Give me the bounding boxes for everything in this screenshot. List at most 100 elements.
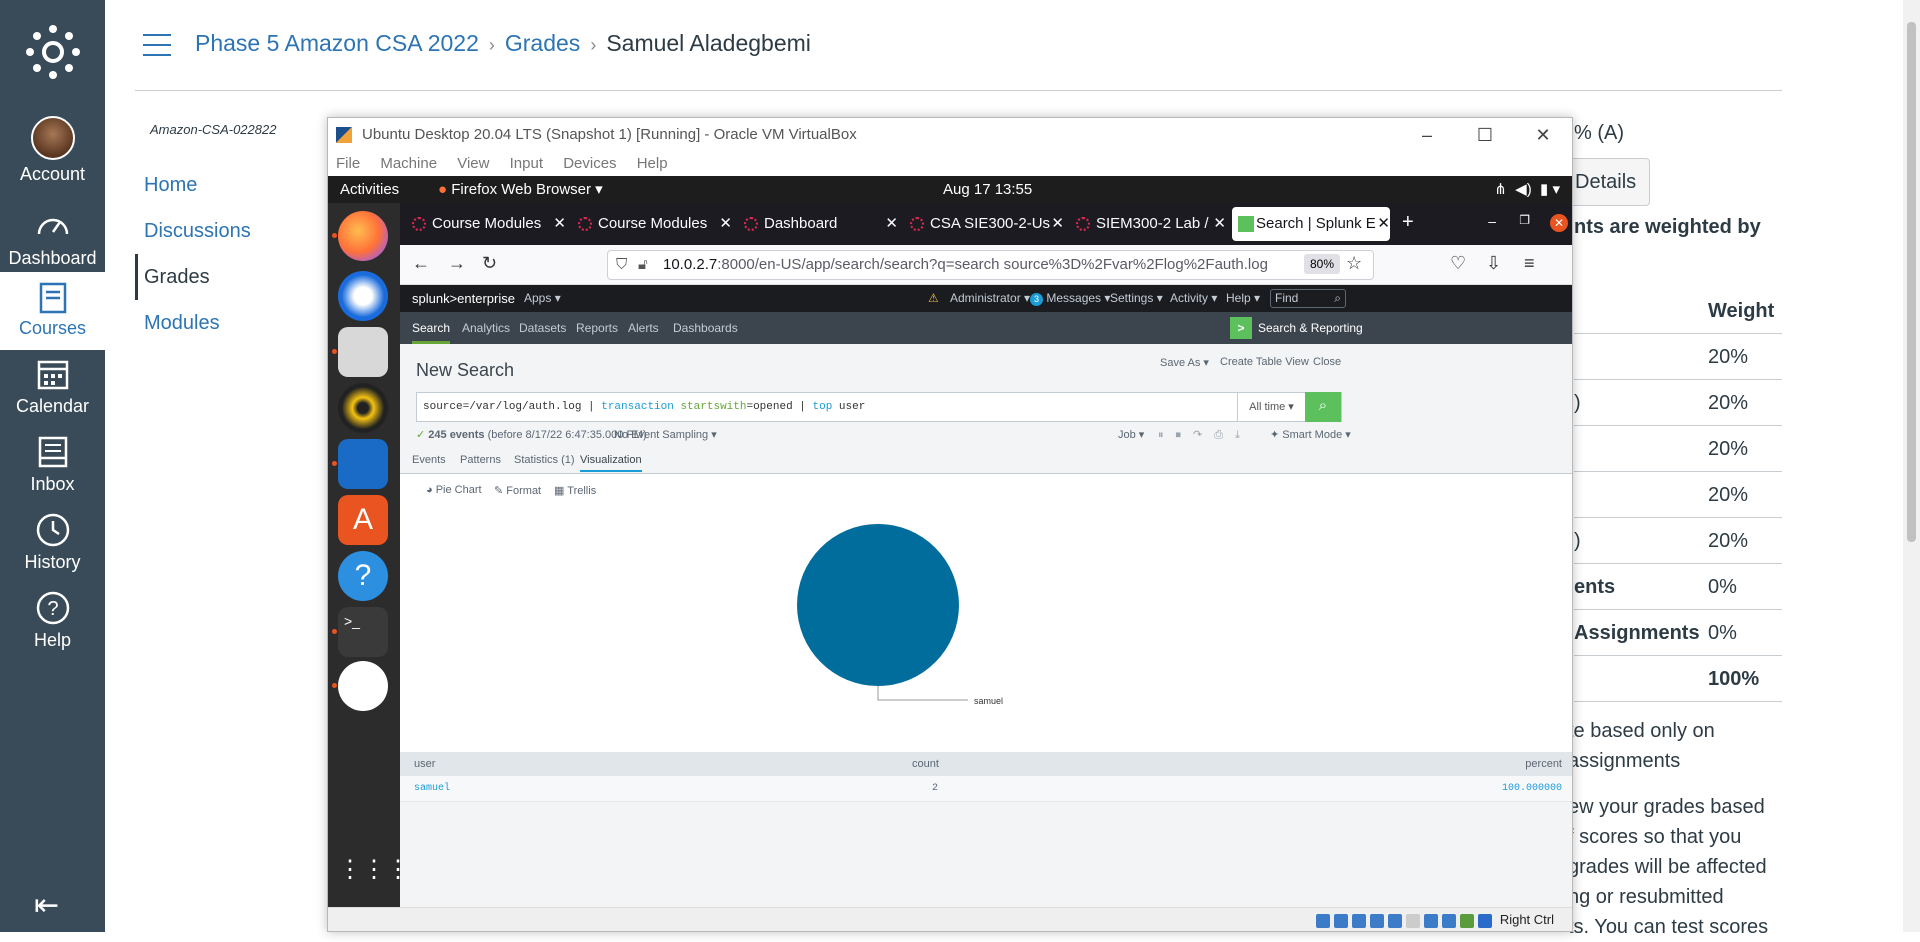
reload-icon[interactable]: ↻ xyxy=(482,253,497,274)
tab-patterns[interactable]: Patterns xyxy=(460,454,501,466)
files-icon[interactable] xyxy=(338,327,388,377)
sampling-menu[interactable]: No Event Sampling ▾ xyxy=(614,428,717,441)
splunk-logo[interactable]: splunk>enterprise xyxy=(412,285,515,312)
restore-icon[interactable]: ❐ xyxy=(1519,213,1530,227)
slack-icon[interactable] xyxy=(338,661,388,711)
breadcrumb-course[interactable]: Phase 5 Amazon CSA 2022 xyxy=(195,30,479,56)
tab-statistics[interactable]: Statistics (1) xyxy=(514,454,575,466)
course-nav-home[interactable]: Home xyxy=(135,162,251,208)
app-nav-datasets[interactable]: Datasets xyxy=(519,312,566,344)
job-controls[interactable]: ⏸⏹↷⎙⤓ xyxy=(1158,428,1252,442)
activities-button[interactable]: Activities xyxy=(340,176,399,203)
nav-history[interactable]: History xyxy=(0,512,105,573)
back-icon[interactable]: ← xyxy=(412,253,430,274)
show-apps-icon[interactable]: ⋮⋮⋮ xyxy=(338,845,410,895)
canvas-logo-icon[interactable] xyxy=(25,24,81,80)
app-nav-analytics[interactable]: Analytics xyxy=(462,312,510,344)
url-bar[interactable]: ⛉ 🔓︎ 10.0.2.7:8000/en-US/app/search/sear… xyxy=(607,250,1374,280)
create-table-view-link[interactable]: Create Table View xyxy=(1220,356,1309,368)
col-percent[interactable]: percent xyxy=(1525,752,1562,776)
app-title[interactable]: Search & Reporting xyxy=(1258,312,1363,344)
system-tray[interactable]: ⋔ ◀) ▮ ▾ xyxy=(1494,176,1560,203)
libreoffice-writer-icon[interactable] xyxy=(338,439,388,489)
nav-courses[interactable]: Courses xyxy=(0,272,105,350)
collapse-nav-icon[interactable]: ⇤ xyxy=(34,888,59,923)
tab-visualization[interactable]: Visualization xyxy=(580,454,642,472)
nav-dashboard[interactable]: Dashboard xyxy=(0,208,105,269)
tab-events[interactable]: Events xyxy=(412,454,446,466)
menu-machine[interactable]: Machine xyxy=(380,155,437,172)
tab-active[interactable]: Search | Splunk E ✕ xyxy=(1232,207,1390,241)
apps-menu[interactable]: Apps ▾ xyxy=(524,285,561,312)
pie-slice-samuel[interactable] xyxy=(797,524,959,686)
software-store-icon[interactable]: A xyxy=(338,495,388,545)
job-menu[interactable]: Job ▾ xyxy=(1118,428,1144,441)
clock[interactable]: Aug 17 13:55 xyxy=(943,176,1032,203)
maximize-icon[interactable]: ☐ xyxy=(1456,118,1514,152)
tab[interactable]: Course Modules ✕ xyxy=(408,207,566,241)
messages-badge: 3 xyxy=(1030,293,1043,306)
tab[interactable]: CSA SIE300-2-Us ✕ xyxy=(906,207,1064,241)
menu-help[interactable]: Help xyxy=(637,155,668,172)
rhythmbox-icon[interactable] xyxy=(338,383,388,433)
firefox-icon[interactable] xyxy=(338,211,388,261)
minimize-icon[interactable]: – xyxy=(1398,118,1456,152)
app-menu[interactable]: ● Firefox Web Browser ▾ xyxy=(438,176,603,203)
app-nav-search[interactable]: Search xyxy=(412,312,451,344)
show-details-button[interactable]: Details xyxy=(1564,158,1650,206)
pocket-icon[interactable]: ♡ xyxy=(1450,253,1466,274)
settings-menu[interactable]: Settings ▾ xyxy=(1110,285,1163,312)
inbox-icon xyxy=(38,436,67,468)
downloads-icon[interactable]: ⇩ xyxy=(1486,253,1501,274)
search-button[interactable]: ⌕ xyxy=(1305,392,1341,422)
tab[interactable]: Dashboard ✕ xyxy=(740,207,898,241)
course-nav-modules[interactable]: Modules xyxy=(135,300,251,346)
nav-help[interactable]: ? Help xyxy=(0,590,105,651)
time-range-picker[interactable]: All time ▾ xyxy=(1237,393,1305,421)
breadcrumb-grades[interactable]: Grades xyxy=(505,30,580,56)
menu-view[interactable]: View xyxy=(457,155,489,172)
col-user[interactable]: user xyxy=(414,752,435,776)
search-mode-menu[interactable]: ✦ Smart Mode ▾ xyxy=(1270,428,1351,441)
close-window-icon[interactable]: ✕ xyxy=(1550,214,1568,232)
new-tab-icon[interactable]: + xyxy=(1402,211,1414,234)
terminal-icon[interactable]: >_ xyxy=(338,607,388,657)
close-link[interactable]: Close xyxy=(1313,356,1341,368)
table-row[interactable]: samuel 2 100.000000 xyxy=(400,776,1572,802)
nav-inbox[interactable]: Inbox xyxy=(0,434,105,495)
forward-icon[interactable]: → xyxy=(448,253,466,274)
help-icon[interactable]: ? xyxy=(338,551,388,601)
tab[interactable]: Course Modules ✕ xyxy=(574,207,732,241)
find-input[interactable]: Find ⌕ xyxy=(1270,289,1346,308)
app-nav-reports[interactable]: Reports xyxy=(576,312,618,344)
col-count[interactable]: count xyxy=(912,752,939,776)
menu-file[interactable]: File xyxy=(336,155,360,172)
app-nav-alerts[interactable]: Alerts xyxy=(628,312,659,344)
activity-menu[interactable]: Activity ▾ xyxy=(1170,285,1217,312)
minimize-icon[interactable]: – xyxy=(1488,213,1496,229)
menu-input[interactable]: Input xyxy=(510,155,543,172)
nav-account[interactable]: Account xyxy=(0,116,105,185)
search-bar[interactable]: source=/var/log/auth.log | transaction s… xyxy=(416,392,1342,422)
audio-icon xyxy=(1352,913,1367,928)
avatar xyxy=(30,116,75,160)
zoom-level[interactable]: 80% xyxy=(1304,254,1341,274)
bookmark-star-icon[interactable]: ☆ xyxy=(1346,253,1362,274)
page-scrollbar[interactable] xyxy=(1903,0,1920,932)
save-as-menu[interactable]: Save As ▾ xyxy=(1160,356,1209,369)
close-icon[interactable]: ✕ xyxy=(1514,118,1572,152)
warning-icon[interactable]: ⚠ xyxy=(928,285,939,312)
weights-header: Weight xyxy=(1574,288,1782,334)
app-nav-dashboards[interactable]: Dashboards xyxy=(673,312,738,344)
menu-devices[interactable]: Devices xyxy=(563,155,616,172)
messages-menu[interactable]: 3 Messages ▾ xyxy=(1030,285,1110,312)
course-nav-grades[interactable]: Grades xyxy=(135,254,251,300)
thunderbird-icon[interactable] xyxy=(338,271,388,321)
course-menu-toggle-icon[interactable] xyxy=(143,34,171,56)
user-menu[interactable]: Administrator ▾ xyxy=(950,285,1030,312)
help-menu[interactable]: Help ▾ xyxy=(1226,285,1260,312)
nav-calendar[interactable]: Calendar xyxy=(0,356,105,417)
menu-icon[interactable]: ≡ xyxy=(1524,253,1535,274)
tab[interactable]: SIEM300-2 Lab / ✕ xyxy=(1072,207,1226,241)
course-nav-discussions[interactable]: Discussions xyxy=(135,208,251,254)
